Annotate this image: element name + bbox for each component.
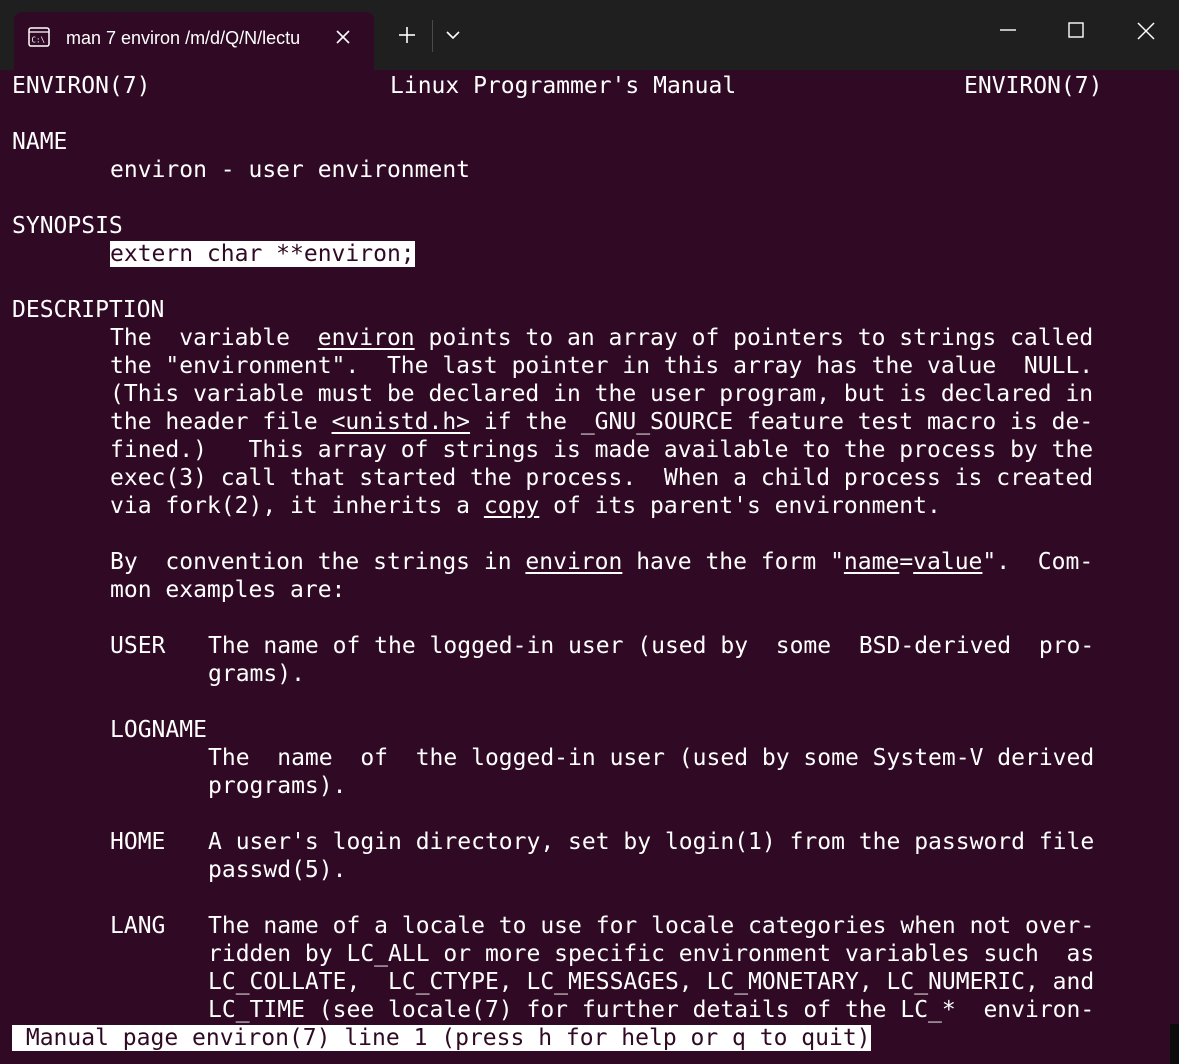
env-var-name: LOGNAME xyxy=(110,717,207,743)
desc-text: via fork(2), it inherits a xyxy=(110,493,484,519)
desc-underlined: environ xyxy=(525,549,623,575)
desc-text: of its parent's environment. xyxy=(539,493,941,519)
desc-line: (This variable must be declared in the u… xyxy=(110,381,1094,407)
terminal-output[interactable]: ENVIRON(7) Linux Programmer's Manual ENV… xyxy=(0,70,1179,1064)
desc-underlined: value xyxy=(913,549,983,575)
desc-text: if the _GNU_SOURCE feature test macro is… xyxy=(470,409,1094,435)
close-tab-icon[interactable] xyxy=(332,26,354,48)
section-heading-name: NAME xyxy=(12,129,68,155)
synopsis-highlight: extern char **environ; xyxy=(110,241,415,267)
desc-line: The variable environ points to an array … xyxy=(110,324,1093,352)
desc-line: via fork(2), it inherits a copy of its p… xyxy=(110,492,941,520)
desc-line: the "environment". The last pointer in t… xyxy=(110,353,1094,379)
env-var-name: LANG xyxy=(110,913,166,939)
name-text: environ - user environment xyxy=(110,157,471,183)
pager-status-text: Manual page environ(7) line 1 (press h f… xyxy=(12,1025,871,1051)
desc-text: = xyxy=(899,549,914,575)
terminal-icon: C:\ xyxy=(28,27,50,47)
env-var-desc: passwd(5). xyxy=(208,857,347,883)
desc-underlined: <unistd.h> xyxy=(331,409,471,435)
minimize-icon[interactable] xyxy=(998,20,1018,40)
tab-title: man 7 environ /m/d/Q/N/lectu xyxy=(66,28,301,48)
section-heading-description: DESCRIPTION xyxy=(12,297,165,323)
desc-line: exec(3) call that started the process. W… xyxy=(110,465,1094,491)
chevron-down-icon[interactable] xyxy=(444,28,462,42)
close-icon[interactable] xyxy=(1135,20,1157,42)
desc-line: the header file <unistd.h> if the _GNU_S… xyxy=(110,408,1093,436)
man-header-center: Linux Programmer's Manual xyxy=(390,73,737,99)
desc-line: By convention the strings in environ hav… xyxy=(110,548,1093,576)
man-header-right: ENVIRON(7) xyxy=(964,73,1103,99)
desc-text: the header file xyxy=(110,409,332,435)
env-var-desc: The name of the logged-in user (used by … xyxy=(208,633,1095,659)
desc-text: have the form " xyxy=(622,549,844,575)
scrollbar[interactable] xyxy=(1170,1024,1179,1064)
desc-text: ". Com- xyxy=(982,549,1094,575)
env-var-desc: LC_COLLATE, LC_CTYPE, LC_MESSAGES, LC_MO… xyxy=(208,969,1095,995)
env-var-desc: grams). xyxy=(208,661,305,687)
desc-text: points to an array of pointers to string… xyxy=(414,325,1094,351)
env-var-desc: The name of a locale to use for locale c… xyxy=(208,913,1095,939)
section-heading-synopsis: SYNOPSIS xyxy=(12,213,123,239)
env-var-desc: ridden by LC_ALL or more specific enviro… xyxy=(208,941,1095,967)
desc-text: The variable xyxy=(110,325,318,351)
plus-icon[interactable] xyxy=(396,24,418,46)
desc-text: By convention the strings in xyxy=(110,549,526,575)
desc-underlined: name xyxy=(843,549,900,575)
env-var-desc: programs). xyxy=(208,773,347,799)
env-var-desc: A user's login directory, set by login(1… xyxy=(208,829,1095,855)
svg-text:C:\: C:\ xyxy=(32,36,46,45)
maximize-icon[interactable] xyxy=(1066,20,1086,40)
synopsis-text: extern char **environ; xyxy=(110,240,415,268)
env-var-desc: The name of the logged-in user (used by … xyxy=(208,745,1095,771)
env-var-name: HOME xyxy=(110,829,166,855)
title-bar: C:\ man 7 environ /m/d/Q/N/lectu xyxy=(0,0,1179,70)
desc-line: fined.) This array of strings is made av… xyxy=(110,437,1094,463)
man-header-left: ENVIRON(7) xyxy=(12,73,151,99)
desc-underlined: copy xyxy=(483,493,540,519)
pager-status-line: Manual page environ(7) line 1 (press h f… xyxy=(12,1024,871,1052)
desc-underlined: environ xyxy=(317,325,415,351)
env-var-desc: LC_TIME (see locale(7) for further detai… xyxy=(208,997,1095,1023)
terminal-tab[interactable]: C:\ man 7 environ /m/d/Q/N/lectu xyxy=(14,12,374,70)
tab-separator xyxy=(432,20,433,52)
env-var-name: USER xyxy=(110,633,166,659)
desc-line: mon examples are: xyxy=(110,577,346,603)
